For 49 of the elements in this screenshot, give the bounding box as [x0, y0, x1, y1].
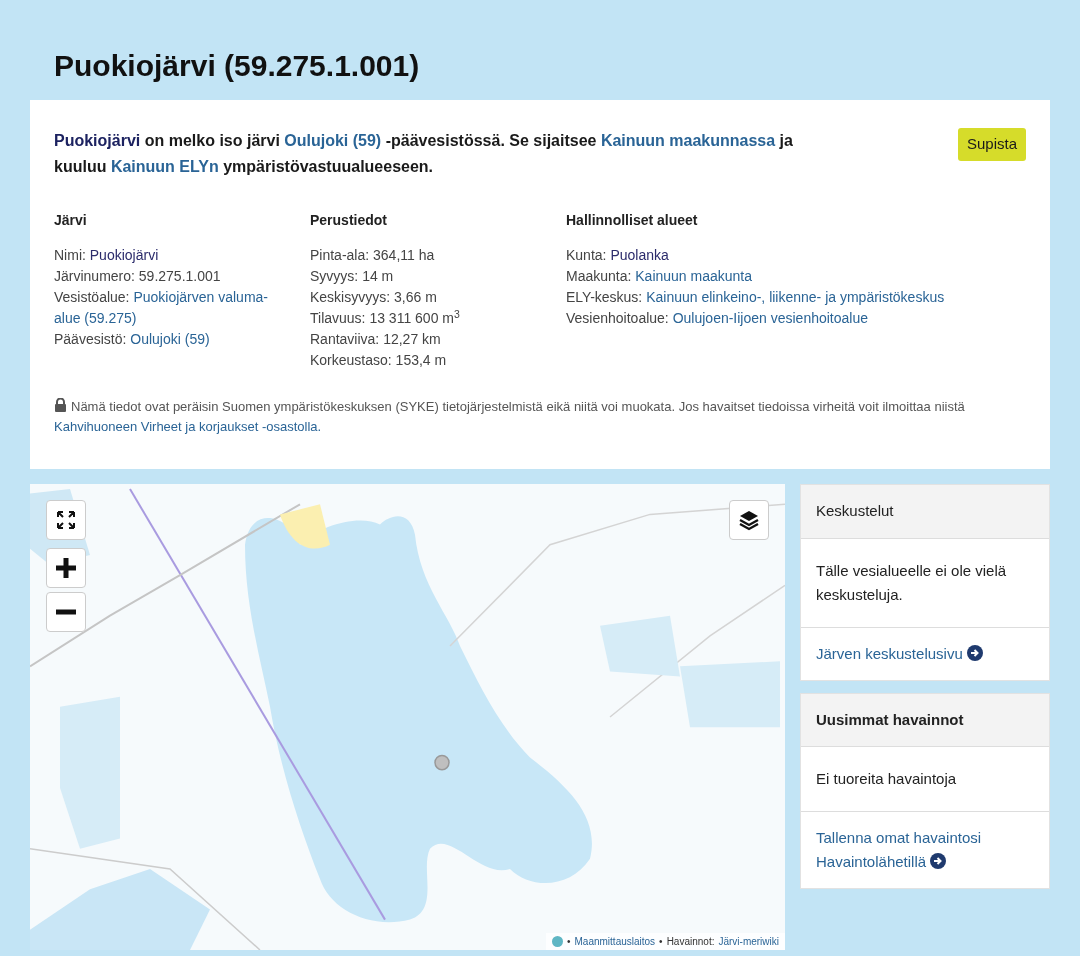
attribution-link[interactable]: Maanmittauslaitos — [574, 934, 656, 949]
card-body: Tälle vesialueelle ei ole vielä keskusteluja. — [801, 538, 1049, 628]
info-row-text: Vesistöalue: Puokiojärven valuma-alue (59.275) — [54, 288, 269, 328]
info-row-text: Tilavuus: 13 311 600 m$^{3}$ — [310, 308, 461, 328]
column-heading: Perustiedot — [310, 211, 388, 230]
intro-link[interactable]: Kainuun ELYn — [110, 158, 219, 175]
layers-icon — [738, 509, 760, 531]
map[interactable]: • Maanmittauslaitos • Havainnot: Järvi-meriwiki — [30, 484, 785, 950]
fullscreen-icon — [56, 510, 76, 530]
card-body: Ei tuoreita havaintoja — [801, 747, 1049, 812]
layers-button[interactable] — [729, 500, 769, 540]
info-row-text: Keskisyvyys: 3,66 m — [310, 288, 438, 307]
card-link[interactable]: Tallenna omat havaintosi Havaintolähetillä — [816, 826, 1034, 874]
zoom-out-button[interactable] — [46, 592, 86, 632]
separator-dot: • — [567, 935, 571, 949]
intro-text: Puokiojärvi on melko iso järvi Oulujoki (59) -päävesistössä. Se sijaitsee Kainuun maakunnassa ja kuuluu Kainuun ELYn ympäristövastuualueeseen. — [54, 131, 794, 177]
info-row-text: Nimi: Puokiojärvi — [54, 246, 160, 265]
lock-icon — [54, 398, 67, 412]
card-header: Uusimmat havainnot — [801, 693, 1049, 747]
info-row-text: Vesienhoitoalue: Oulujoen-Iijoen vesienhoitoalue — [566, 309, 869, 328]
column-heading: Hallinnolliset alueet — [566, 211, 699, 230]
info-row-text: Päävesistö: Oulujoki (59) — [54, 330, 211, 349]
card-header: Keskustelut — [801, 485, 1049, 539]
attribution-link[interactable]: Järvi-meriwiki — [718, 934, 779, 949]
column-heading: Järvi — [54, 211, 88, 230]
corrections-link[interactable]: Kahvihuoneen Virheet ja korjaukset -osastolla. — [54, 419, 322, 434]
arrow-circle-icon — [966, 644, 983, 661]
info-row-text: Järvinumero: 59.275.1.001 — [54, 267, 222, 286]
collapse-button[interactable]: Supista — [957, 128, 1026, 161]
info-row-text: ELY-keskus: Kainuun elinkeino-, liikenne- ja ympäristökeskus — [566, 288, 945, 307]
info-row-text: Maakunta: Kainuun maakunta — [566, 267, 754, 286]
fullscreen-button[interactable] — [46, 500, 86, 540]
plus-icon — [55, 557, 77, 579]
info-row-text: Rantaviiva: 12,27 km — [310, 330, 442, 349]
info-row-text: Korkeustaso: 153,4 m — [310, 351, 448, 370]
arrow-circle-icon — [930, 853, 947, 869]
zoom-in-button[interactable] — [46, 548, 86, 588]
minus-icon — [55, 609, 77, 615]
intro-link[interactable]: Oulujoki (59) — [284, 132, 382, 149]
card-link[interactable]: Järven keskustelusivu — [816, 641, 1034, 666]
page-title: Puokiojärvi (59.275.1.001) — [54, 48, 421, 84]
info-row-text: Kunta: Puolanka — [566, 246, 670, 265]
intro-link[interactable]: Kainuun maakunnassa — [600, 132, 776, 149]
info-row-text: Pinta-ala: 364,11 ha — [310, 246, 436, 265]
info-row-text: Syvyys: 14 m — [310, 267, 395, 286]
separator-dot: • — [659, 935, 663, 949]
intro-link[interactable]: Puokiojärvi — [54, 132, 141, 149]
notice-text: Nämä tiedot ovat peräisin Suomen ympäristökeskuksen (SYKE) tietojärjestelmistä eikä niitä voi muokata. Jos havaitset tiedoissa virheitä voit ilmoittaa niistä Kahvihuoneen Virheet ja korjaukset -osastolla. — [54, 397, 966, 436]
attribution-text: Havainnot: — [666, 935, 715, 949]
